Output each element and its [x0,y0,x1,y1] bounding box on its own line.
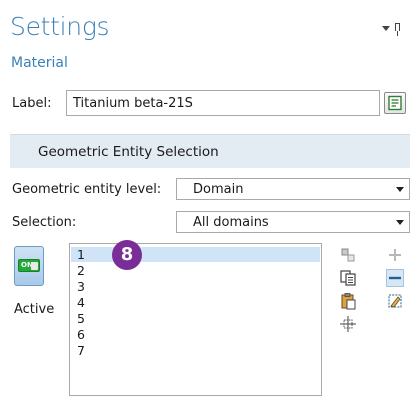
selection-row: Selection: All domains [10,211,410,233]
clear-selection-button[interactable] [386,292,404,310]
create-selection-icon [341,248,355,262]
toggle-switch-icon: ON [18,259,40,272]
paste-selection-button[interactable] [339,292,357,310]
list-item[interactable]: 7 [77,343,85,358]
label-edit-button[interactable] [384,92,406,114]
selection-value: All domains [193,215,269,230]
domain-listbox[interactable]: 1 2 3 4 5 6 7 [69,243,322,396]
list-item[interactable]: 5 [77,311,85,326]
dropdown-menu-icon[interactable] [382,26,390,31]
panel-menu[interactable] [382,22,404,36]
copy-selection-button[interactable] [339,269,357,287]
active-label: Active [14,302,55,317]
label-row: Label: Titanium beta-21S [10,90,410,116]
label-input[interactable]: Titanium beta-21S [66,90,380,116]
entity-level-label: Geometric entity level: [12,182,162,197]
chevron-down-icon [396,220,404,225]
zoom-to-selection-icon [340,316,356,332]
selection-select[interactable]: All domains [176,211,410,233]
list-item[interactable]: 6 [77,327,85,342]
entity-level-row: Geometric entity level: Domain [10,178,410,200]
add-button[interactable] [386,246,404,264]
add-icon [389,249,401,261]
entity-level-select[interactable]: Domain [176,178,410,200]
chevron-down-icon [396,187,404,192]
entity-level-value: Domain [193,182,244,197]
zoom-to-selection-button[interactable] [339,315,357,333]
pin-icon[interactable] [395,23,400,36]
clear-selection-icon [388,294,402,308]
active-toggle[interactable]: ON [14,246,44,286]
list-item[interactable]: 1 [71,247,320,262]
selection-label: Selection: [12,215,77,230]
list-item[interactable]: 3 [77,279,85,294]
paste-selection-icon [341,293,356,310]
selection-settings-button[interactable] [339,246,357,264]
panel-subtitle: Material [11,55,68,71]
section-title: Geometric Entity Selection [38,144,219,160]
remove-icon [389,276,401,280]
remove-button[interactable] [386,269,404,287]
copy-selection-icon [340,270,356,286]
step-badge: 8 [112,240,142,270]
panel-title: Settings [10,12,110,41]
label-edit-icon [388,95,402,111]
list-item[interactable]: 4 [77,295,85,310]
label-caption: Label: [12,96,52,111]
section-header[interactable]: Geometric Entity Selection [10,134,410,168]
list-item[interactable]: 2 [77,263,85,278]
